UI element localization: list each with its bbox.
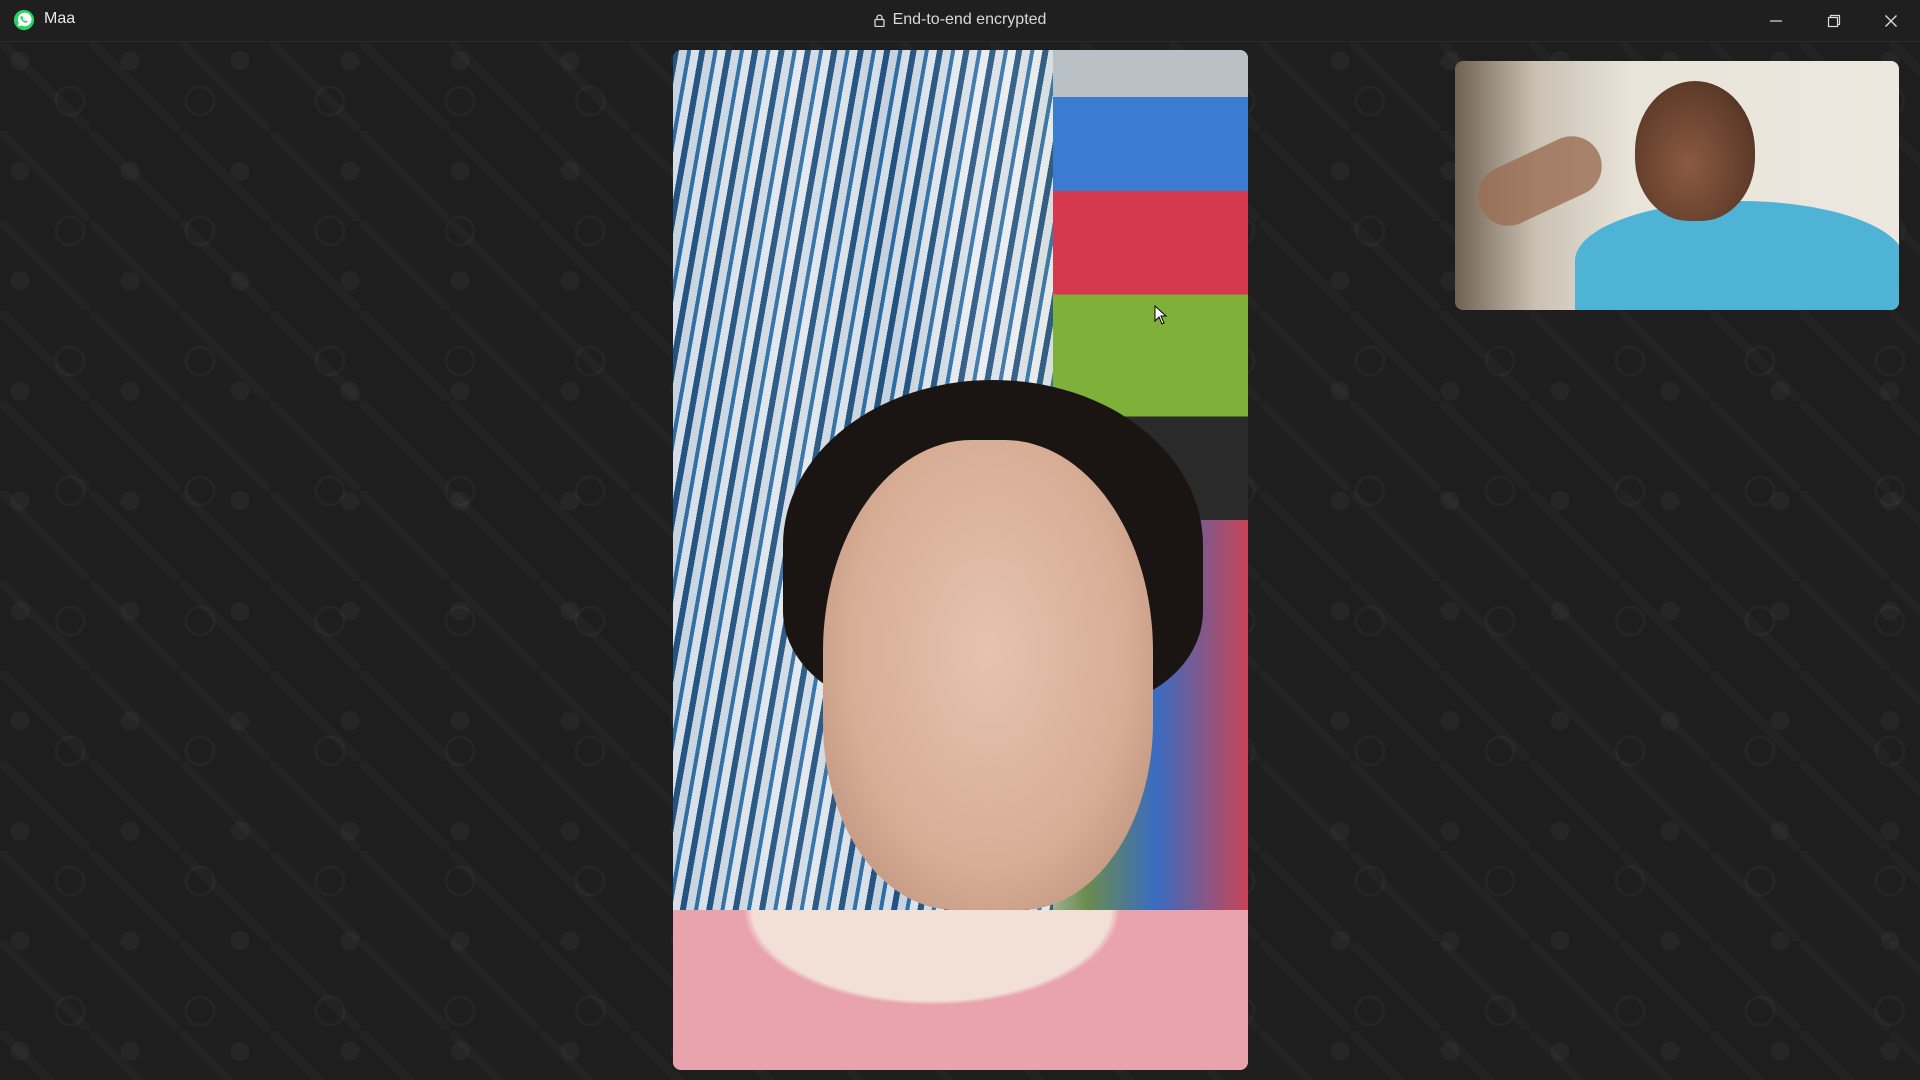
self-preview-video[interactable]	[1455, 61, 1899, 310]
mouse-cursor-icon	[1154, 305, 1168, 325]
encryption-label: End-to-end encrypted	[892, 11, 1047, 28]
remote-video-face	[823, 440, 1153, 910]
lock-icon	[873, 13, 885, 27]
self-preview-head	[1635, 81, 1755, 221]
remote-video[interactable]	[673, 50, 1248, 1070]
restore-icon	[1827, 14, 1841, 27]
close-button[interactable]	[1863, 0, 1919, 41]
title-bar: Maa End-to-end encrypted	[0, 0, 1920, 42]
minimize-button[interactable]	[1748, 0, 1804, 41]
minimize-icon	[1770, 19, 1782, 22]
close-icon	[1885, 14, 1897, 27]
remote-video-body	[673, 910, 1248, 1070]
self-preview-arm	[1468, 126, 1612, 236]
self-preview-shirt	[1575, 201, 1899, 310]
encryption-status: End-to-end encrypted	[0, 11, 1920, 29]
restore-button[interactable]	[1806, 0, 1862, 41]
